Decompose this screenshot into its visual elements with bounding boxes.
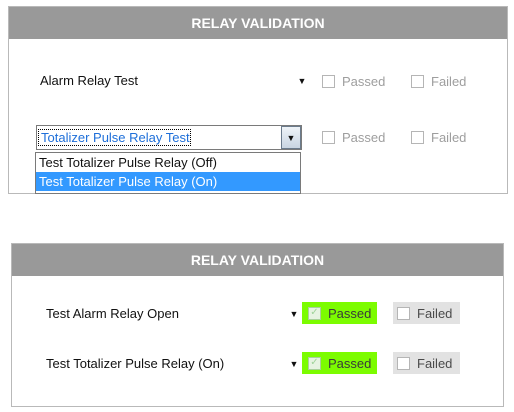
checkbox-box[interactable] (322, 130, 335, 144)
dropdown-option-selected[interactable]: Test Totalizer Pulse Relay (On) (36, 172, 300, 191)
totalizer-passed-checkbox[interactable]: Passed (322, 126, 385, 148)
panel-title-text: RELAY VALIDATION (190, 252, 325, 268)
alarm-relay-select-value: Alarm Relay Test (40, 73, 139, 88)
checkbox-box[interactable]: ✓ (308, 356, 321, 370)
totalizer-passed-label: Passed (342, 129, 386, 145)
alarm-passed-checkbox[interactable]: ✓ Passed (302, 302, 378, 324)
relay-validation-panel-bottom: RELAY VALIDATION Test Alarm Relay Open ▼… (11, 243, 504, 407)
chevron-down-icon[interactable]: ▼ (285, 302, 303, 325)
alarm-relay-select-value: Test Alarm Relay Open (46, 306, 179, 321)
chevron-down-icon[interactable]: ▼ (293, 69, 311, 92)
totalizer-relay-dropdown-list: Test Totalizer Pulse Relay (Off) Test To… (35, 152, 301, 194)
totalizer-relay-select[interactable]: Test Totalizer Pulse Relay (On) ▼ (42, 351, 304, 376)
totalizer-relay-select[interactable]: Totalizer Pulse Relay Test ▼ (36, 125, 302, 150)
totalizer-failed-checkbox[interactable]: Failed (411, 126, 466, 148)
checkbox-box[interactable] (397, 306, 410, 320)
checkbox-box[interactable] (411, 130, 424, 144)
totalizer-failed-label: Failed (417, 355, 453, 371)
alarm-failed-label: Failed (431, 73, 467, 89)
panel-title-text: RELAY VALIDATION (191, 15, 325, 31)
totalizer-relay-select-value: Test Totalizer Pulse Relay (On) (46, 356, 225, 371)
checkbox-box[interactable] (397, 356, 410, 370)
checkbox-box[interactable] (322, 74, 335, 88)
totalizer-relay-select-value: Totalizer Pulse Relay Test (38, 129, 191, 146)
chevron-down-icon[interactable]: ▼ (281, 126, 301, 149)
alarm-failed-checkbox[interactable]: Failed (411, 70, 466, 92)
panel-title: RELAY VALIDATION (12, 244, 503, 276)
alarm-relay-select[interactable]: Alarm Relay Test ▼ (36, 68, 312, 93)
alarm-relay-select[interactable]: Test Alarm Relay Open ▼ (42, 301, 304, 326)
totalizer-failed-label: Failed (431, 129, 467, 145)
alarm-passed-checkbox[interactable]: Passed (322, 70, 385, 92)
panel-title: RELAY VALIDATION (9, 7, 507, 39)
dropdown-option[interactable]: Test Totalizer Pulse Relay (Off) (36, 153, 300, 172)
totalizer-passed-label: Passed (328, 355, 372, 371)
checkbox-box[interactable] (411, 74, 424, 88)
checkbox-box[interactable]: ✓ (308, 306, 321, 320)
alarm-failed-checkbox[interactable]: Failed (393, 302, 461, 324)
totalizer-passed-checkbox[interactable]: ✓ Passed (302, 352, 378, 374)
alarm-passed-label: Passed (328, 305, 372, 321)
alarm-failed-label: Failed (417, 305, 453, 321)
alarm-passed-label: Passed (342, 73, 386, 89)
chevron-down-icon[interactable]: ▼ (285, 352, 303, 375)
totalizer-failed-checkbox[interactable]: Failed (393, 352, 461, 374)
